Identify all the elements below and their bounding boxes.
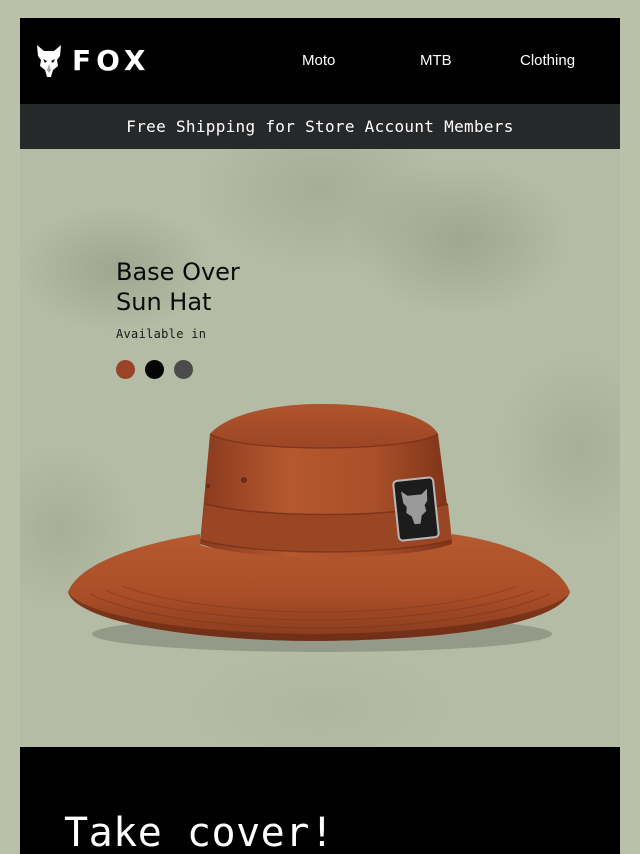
fox-head-icon	[37, 45, 61, 77]
product-hero[interactable]: Base Over Sun Hat Available in	[20, 149, 620, 747]
fox-logo[interactable]: FOX	[36, 44, 151, 78]
product-title: Base Over Sun Hat	[116, 257, 336, 317]
bucket-hat-image[interactable]	[60, 394, 580, 664]
color-swatch-black[interactable]	[145, 360, 164, 379]
color-swatch-rust[interactable]	[116, 360, 135, 379]
promo-section: Take cover!	[20, 747, 620, 854]
color-swatches	[116, 360, 193, 379]
free-shipping-banner[interactable]: Free Shipping for Store Account Members	[20, 104, 620, 149]
email-frame: FOX Moto MTB Clothing Free Shipping for …	[20, 18, 620, 854]
availability-label: Available in	[116, 327, 207, 341]
product-title-line-1: Base Over	[116, 258, 240, 286]
promo-headline: Take cover!	[64, 810, 335, 854]
product-title-line-2: Sun Hat	[116, 288, 212, 316]
color-swatch-grey[interactable]	[174, 360, 193, 379]
logo-wordmark: FOX	[72, 44, 151, 77]
nav-link-mtb[interactable]: MTB	[420, 52, 452, 70]
nav-link-moto[interactable]: Moto	[302, 52, 335, 70]
top-navigation-bar: FOX Moto MTB Clothing	[20, 18, 620, 104]
nav-link-clothing[interactable]: Clothing	[520, 52, 575, 70]
